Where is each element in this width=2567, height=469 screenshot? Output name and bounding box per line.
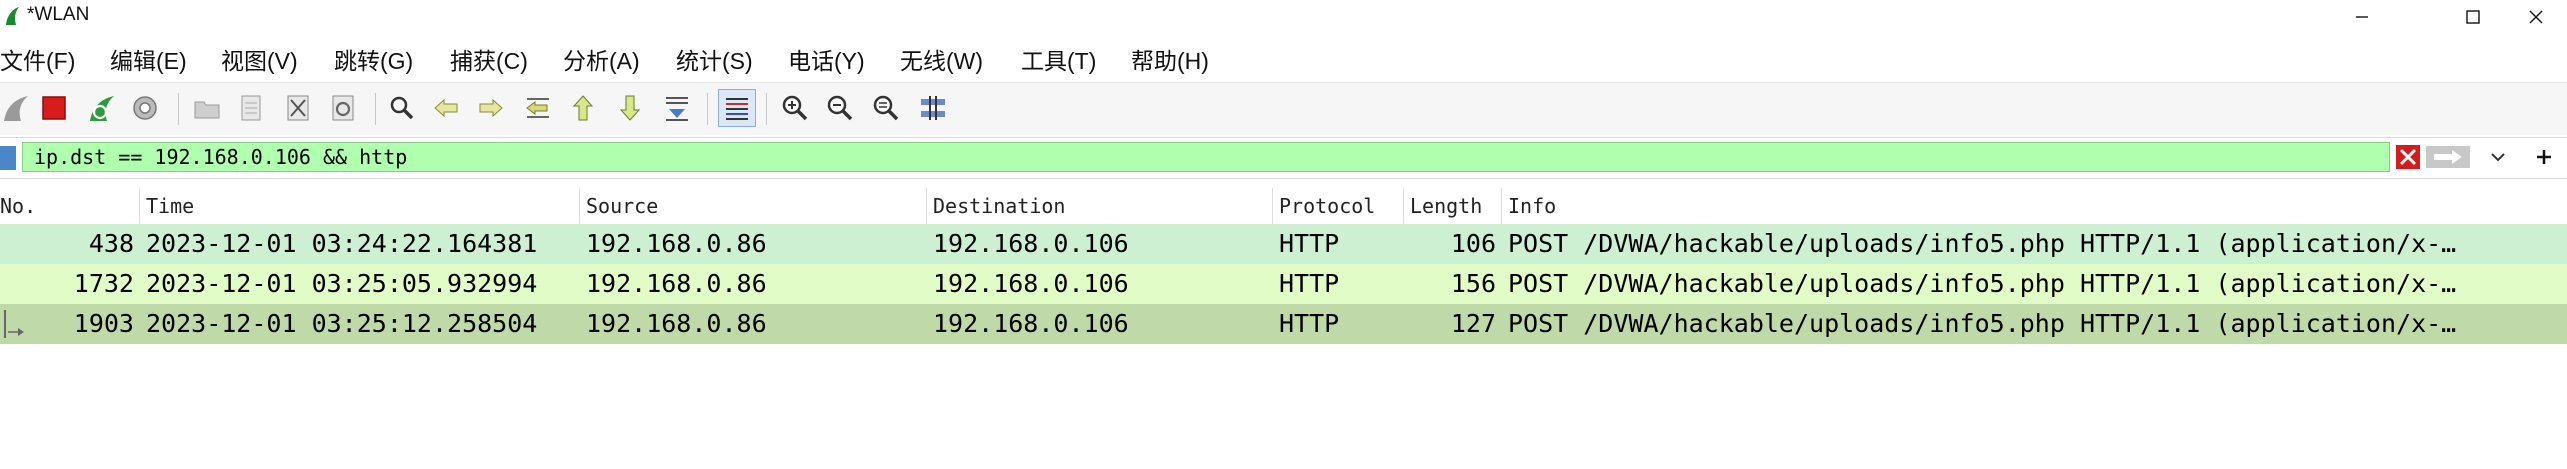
packet-row[interactable]: 1732 2023-12-01 03:25:05.932994 192.168.…: [0, 264, 2567, 304]
menu-tools[interactable]: 工具(T): [1021, 42, 1096, 76]
packet-list-header: No. Time Source Destination Protocol Len…: [0, 188, 2567, 225]
packet-protocol: HTTP: [1279, 229, 1340, 258]
stop-capture-icon[interactable]: [35, 89, 73, 127]
go-back-icon[interactable]: [427, 89, 465, 127]
packet-row[interactable]: 438 2023-12-01 03:24:22.164381 192.168.0…: [0, 224, 2567, 264]
menu-analyze[interactable]: 分析(A): [563, 42, 640, 76]
packet-length: 127: [1450, 309, 1496, 338]
packet-info: POST /DVWA/hackable/uploads/info5.php HT…: [1508, 269, 2457, 298]
close-file-icon[interactable]: [279, 89, 317, 127]
toolbar-separator: [707, 93, 708, 125]
packet-info: POST /DVWA/hackable/uploads/info5.php HT…: [1508, 229, 2457, 258]
column-header-protocol[interactable]: Protocol: [1273, 188, 1404, 224]
menu-view[interactable]: 视图(V): [221, 42, 298, 76]
packet-source: 192.168.0.86: [586, 269, 767, 298]
toolbar-separator: [766, 93, 767, 125]
maximize-button[interactable]: [2442, 0, 2504, 34]
packet-destination: 192.168.0.106: [933, 229, 1129, 258]
filter-dropdown-chevron-icon[interactable]: [2478, 142, 2518, 172]
packet-info: POST /DVWA/hackable/uploads/info5.php HT…: [1508, 309, 2457, 338]
find-packet-icon[interactable]: [383, 89, 421, 127]
main-toolbar: [0, 82, 2567, 135]
display-filter-bar: ip.dst == 192.168.0.106 && http: [0, 137, 2567, 179]
menu-go[interactable]: 跳转(G): [334, 42, 413, 76]
packet-no: 1732: [73, 269, 134, 298]
packet-destination: 192.168.0.106: [933, 269, 1129, 298]
packet-no: 1903: [73, 309, 134, 338]
minimize-button[interactable]: [2331, 0, 2393, 34]
save-file-icon[interactable]: [232, 89, 270, 127]
menu-capture[interactable]: 捕获(C): [450, 42, 528, 76]
menu-edit[interactable]: 编辑(E): [110, 42, 187, 76]
column-header-source[interactable]: Source: [580, 188, 927, 224]
go-forward-icon[interactable]: [472, 89, 510, 127]
restart-capture-icon[interactable]: [82, 89, 120, 127]
menu-help[interactable]: 帮助(H): [1131, 42, 1209, 76]
open-file-icon[interactable]: [188, 89, 226, 127]
clear-filter-icon[interactable]: [2394, 142, 2422, 172]
go-to-packet-icon[interactable]: [519, 89, 557, 127]
resize-columns-icon[interactable]: [914, 89, 952, 127]
zoom-in-icon[interactable]: [776, 89, 814, 127]
wireshark-fin-icon: [4, 6, 20, 26]
go-last-icon[interactable]: [611, 89, 649, 127]
packet-length: 156: [1450, 269, 1496, 298]
packet-destination: 192.168.0.106: [933, 309, 1129, 338]
colorize-icon[interactable]: [718, 89, 756, 127]
add-filter-button-icon[interactable]: [2524, 142, 2564, 172]
column-header-info[interactable]: Info: [1502, 188, 2567, 224]
column-header-no[interactable]: No.: [0, 188, 140, 224]
packet-time: 2023-12-01 03:24:22.164381: [146, 229, 538, 258]
capture-options-icon[interactable]: [126, 89, 164, 127]
display-filter-input[interactable]: ip.dst == 192.168.0.106 && http: [22, 142, 2390, 172]
shark-fin-start-icon[interactable]: [0, 89, 34, 127]
title-bar: *WLAN: [0, 0, 2567, 34]
menu-statistics[interactable]: 统计(S): [676, 42, 753, 76]
zoom-normal-icon[interactable]: [867, 89, 905, 127]
menu-wireless[interactable]: 无线(W): [900, 42, 983, 76]
close-window-button[interactable]: [2505, 0, 2567, 34]
toolbar-separator: [178, 93, 179, 125]
window-title: *WLAN: [27, 4, 90, 25]
display-filter-text[interactable]: ip.dst == 192.168.0.106 && http: [34, 145, 407, 169]
toolbar-separator: [375, 93, 376, 125]
menu-file[interactable]: 文件(F): [0, 42, 75, 76]
filter-bookmark-icon[interactable]: [0, 146, 16, 170]
menu-bar: 文件(F) 编辑(E) 视图(V) 跳转(G) 捕获(C) 分析(A) 统计(S…: [0, 34, 2567, 82]
packet-source: 192.168.0.86: [586, 309, 767, 338]
apply-filter-icon[interactable]: [2424, 142, 2472, 172]
packet-time: 2023-12-01 03:25:12.258504: [146, 309, 538, 338]
column-header-destination[interactable]: Destination: [927, 188, 1273, 224]
packet-protocol: HTTP: [1279, 309, 1340, 338]
packet-row[interactable]: 1903 2023-12-01 03:25:12.258504 192.168.…: [0, 304, 2567, 344]
packet-source: 192.168.0.86: [586, 229, 767, 258]
autoscroll-icon[interactable]: [658, 89, 696, 127]
column-header-time[interactable]: Time: [140, 188, 580, 224]
packet-time: 2023-12-01 03:25:05.932994: [146, 269, 538, 298]
column-header-length[interactable]: Length: [1404, 188, 1502, 224]
zoom-out-icon[interactable]: [821, 89, 859, 127]
packet-no: 438: [88, 229, 134, 258]
go-first-icon[interactable]: [564, 89, 602, 127]
reload-file-icon[interactable]: [324, 89, 362, 127]
menu-telephony[interactable]: 电话(Y): [788, 42, 865, 76]
packet-protocol: HTTP: [1279, 269, 1340, 298]
packet-length: 106: [1450, 229, 1496, 258]
